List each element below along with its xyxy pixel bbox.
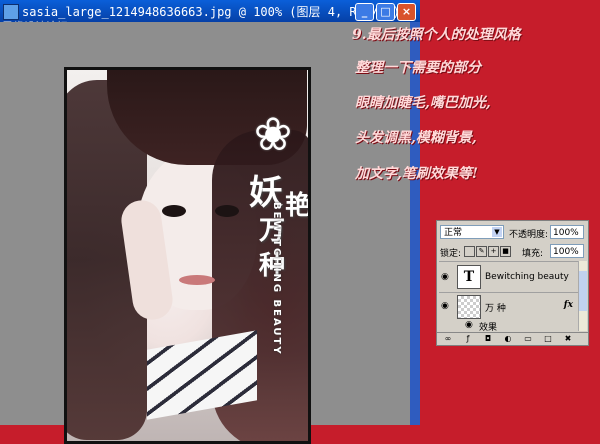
- opacity-label: 不透明度:: [509, 230, 549, 240]
- fill-label: 填充:: [522, 249, 544, 259]
- note-line-3: 眼睛加睫毛,嘴巴加光,: [355, 95, 491, 111]
- effects-row[interactable]: ◉ 效果: [439, 319, 579, 334]
- folder-icon[interactable]: ▭: [523, 334, 533, 343]
- lock-label: 锁定:: [440, 249, 462, 259]
- layer-row[interactable]: ◉ T Bewitching beauty: [439, 261, 579, 292]
- lock-all-icon[interactable]: ■: [500, 246, 511, 257]
- note-line-4: 头发调黑,模糊背景,: [355, 130, 477, 146]
- blend-mode-select[interactable]: 正常 ▼: [440, 225, 504, 239]
- scroll-thumb[interactable]: [579, 271, 587, 311]
- layer-thumbnail: [457, 295, 481, 319]
- fx-icon[interactable]: fx: [564, 300, 573, 310]
- opacity-input[interactable]: 100%: [550, 225, 584, 239]
- layers-panel: 正常 ▼ 不透明度: 100% 锁定: ✎ + ■ 填充: 100% ◉ T B…: [436, 220, 589, 346]
- chevron-down-icon[interactable]: ▼: [492, 227, 502, 237]
- fx-icon[interactable]: ƒ: [463, 334, 473, 343]
- fill-input[interactable]: 100%: [550, 244, 584, 258]
- mask-icon[interactable]: ◘: [483, 334, 493, 343]
- eye-icon[interactable]: ◉: [465, 321, 477, 330]
- char-yan: 艳: [285, 191, 311, 221]
- vertical-title-text: BEWITCHING BEAUTY: [271, 202, 282, 356]
- eye-icon[interactable]: ◉: [441, 302, 453, 311]
- window-edge: [410, 22, 420, 425]
- close-button[interactable]: ×: [397, 3, 416, 21]
- layers-toolbar: ∞ ƒ ◘ ◐ ▭ □ ✖: [437, 332, 588, 345]
- layer-name: Bewitching beauty: [485, 272, 569, 282]
- flower-icon: ❀: [253, 107, 293, 161]
- note-line-2: 整理一下需要的部分: [355, 60, 481, 76]
- text-layer-thumbnail: T: [457, 265, 481, 289]
- layer-row[interactable]: ◉ 万 种 fx: [439, 292, 579, 319]
- note-line-1: 9.最后按照个人的处理风格: [352, 27, 521, 43]
- lock-move-icon[interactable]: +: [488, 246, 499, 257]
- lock-brush-icon[interactable]: ✎: [476, 246, 487, 257]
- trash-icon[interactable]: ✖: [563, 334, 573, 343]
- lips: [179, 275, 215, 285]
- link-icon[interactable]: ∞: [443, 334, 453, 343]
- canvas-area[interactable]: ❀ ❀ 妖 艳 万 种 BEWITCHING BEAUTY: [0, 22, 410, 444]
- lock-transparent-icon[interactable]: [464, 246, 475, 257]
- left-eye: [162, 205, 186, 217]
- maximize-button[interactable]: □: [376, 3, 395, 21]
- scrollbar[interactable]: [578, 261, 587, 331]
- note-line-5: 加文字,笔刷效果等!: [355, 166, 479, 182]
- new-layer-icon[interactable]: □: [543, 334, 553, 343]
- minimize-button[interactable]: _: [355, 3, 374, 21]
- blend-mode-value: 正常: [444, 228, 463, 238]
- eye-icon[interactable]: ◉: [441, 273, 453, 282]
- layer-name: 万 种: [485, 304, 506, 314]
- adjustment-icon[interactable]: ◐: [503, 334, 513, 343]
- right-eye: [215, 205, 239, 217]
